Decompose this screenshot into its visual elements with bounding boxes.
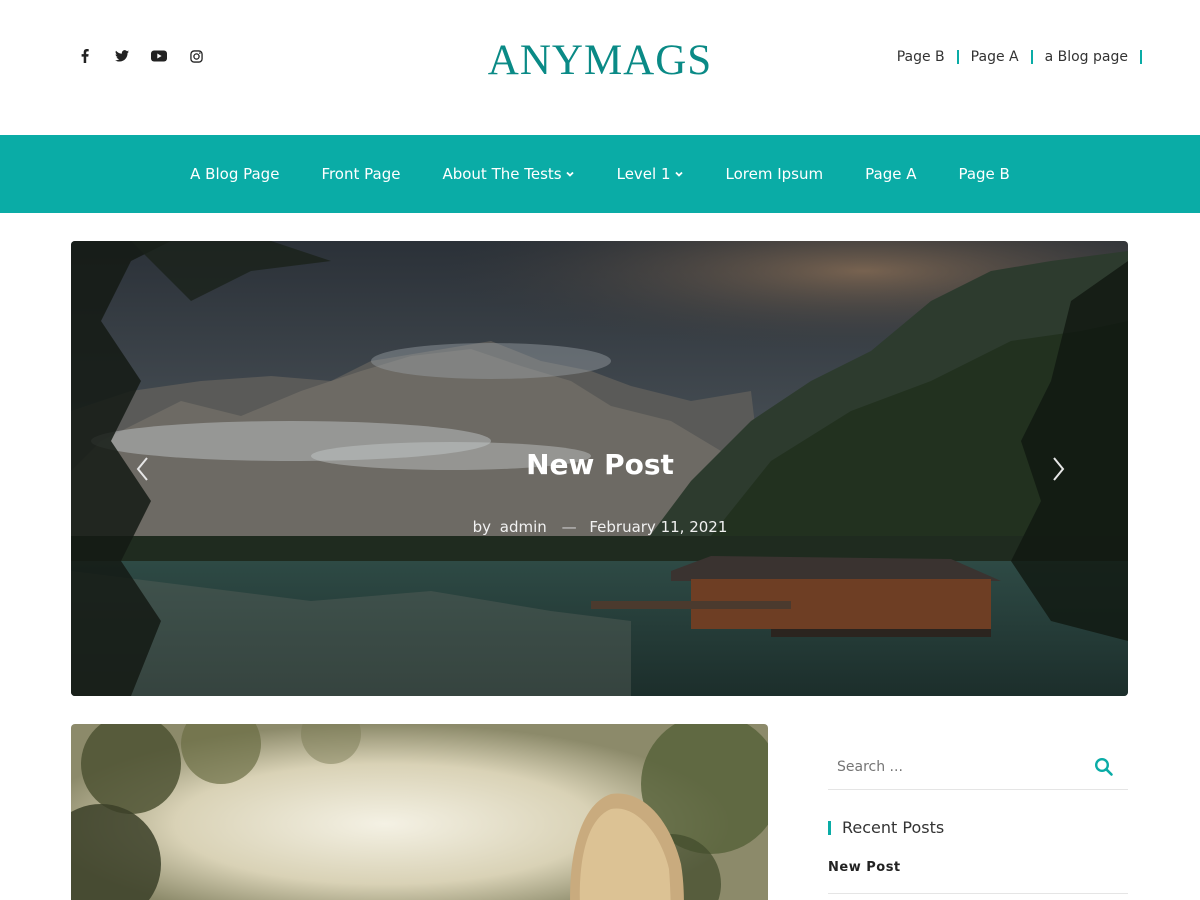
meta-date[interactable]: February 11, 2021 xyxy=(589,518,727,536)
slide-meta: by admin — February 11, 2021 xyxy=(0,518,1200,536)
widget-title-text: Recent Posts xyxy=(842,818,945,837)
search-input[interactable] xyxy=(828,745,1078,789)
site-title[interactable]: ANYMAGS xyxy=(488,37,712,84)
nav-item-label: Lorem Ipsum xyxy=(725,165,824,183)
nav-item-about-the-tests[interactable]: About The Tests xyxy=(421,165,595,183)
search-icon[interactable] xyxy=(1094,757,1114,777)
meta-author[interactable]: admin xyxy=(500,518,547,536)
nav-item-front-page[interactable]: Front Page xyxy=(300,165,421,183)
meta-by: by xyxy=(472,518,491,536)
chevron-down-icon xyxy=(674,169,684,179)
nav-item-label: Page B xyxy=(958,165,1010,183)
nav-item-lorem-ipsum[interactable]: Lorem Ipsum xyxy=(705,165,845,183)
top-link-blog-page[interactable]: a Blog page xyxy=(1045,49,1128,65)
top-menu: Page B Page A a Blog page xyxy=(897,49,1142,65)
recent-post-item[interactable]: New Post xyxy=(828,860,1128,894)
nav-item-level-1[interactable]: Level 1 xyxy=(596,165,705,183)
divider xyxy=(1030,50,1033,64)
nav-item-label: Page A xyxy=(865,165,917,183)
nav-item-label: About The Tests xyxy=(442,165,562,183)
widget-title-recent-posts: Recent Posts xyxy=(828,818,944,837)
nav-item-page-a[interactable]: Page A xyxy=(844,165,937,183)
title-accent-bar xyxy=(828,820,831,835)
post-thumbnail[interactable] xyxy=(71,724,768,900)
meta-dash: — xyxy=(561,518,577,536)
site-header: ANYMAGS Page B Page A a Blog page xyxy=(0,0,1200,135)
divider xyxy=(956,50,959,64)
top-link-page-b[interactable]: Page B xyxy=(897,49,945,65)
slide-title-text[interactable]: New Post xyxy=(526,448,674,481)
slide-title[interactable]: New Post xyxy=(0,448,1200,481)
nav-item-label: A Blog Page xyxy=(190,165,280,183)
top-link-page-a[interactable]: Page A xyxy=(971,49,1019,65)
nav-item-a-blog-page[interactable]: A Blog Page xyxy=(169,165,300,183)
post-image xyxy=(71,724,768,900)
main-navigation: A Blog Page Front Page About The Tests L… xyxy=(0,135,1200,213)
nav-item-label: Front Page xyxy=(321,165,401,183)
divider xyxy=(1140,50,1142,64)
search-form xyxy=(828,745,1128,790)
nav-item-label: Level 1 xyxy=(616,165,671,183)
chevron-down-icon xyxy=(565,169,575,179)
nav-item-page-b[interactable]: Page B xyxy=(937,165,1030,183)
recent-post-link[interactable]: New Post xyxy=(828,860,901,875)
